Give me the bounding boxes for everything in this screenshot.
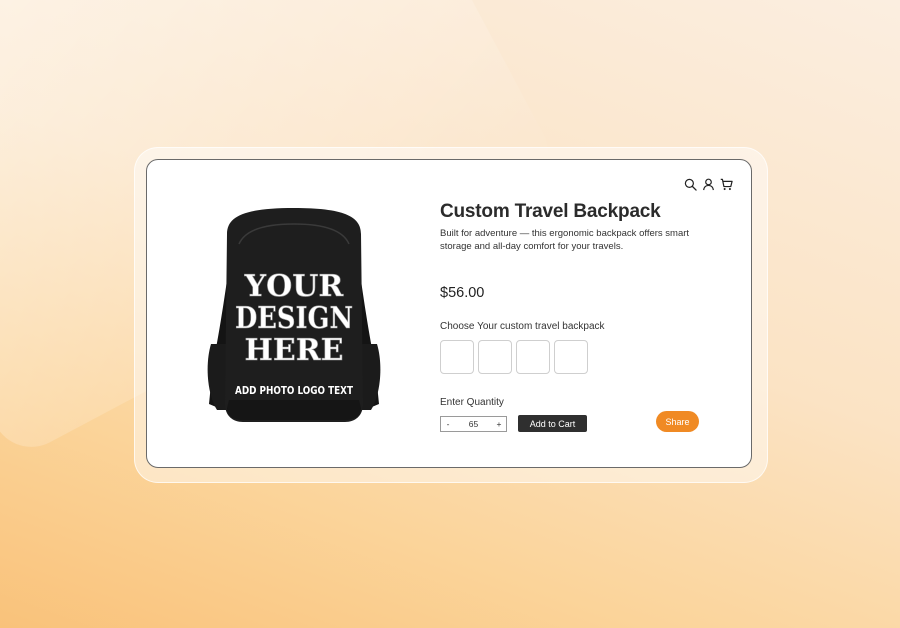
image-text-line2: DESIGN xyxy=(235,301,353,336)
quantity-label: Enter Quantity xyxy=(440,397,504,408)
option-swatch-4[interactable] xyxy=(554,340,588,374)
option-swatches xyxy=(440,340,588,374)
quantity-increment-button[interactable]: + xyxy=(492,417,506,431)
backpack-product-image: YOUR DESIGN HERE ADD PHOTO LOGO TEXT xyxy=(207,208,381,422)
image-text-line4: ADD PHOTO LOGO TEXT xyxy=(235,384,353,397)
image-text-line3: HERE xyxy=(244,333,343,368)
option-swatch-3[interactable] xyxy=(516,340,550,374)
product-title: Custom Travel Backpack xyxy=(440,201,661,222)
search-icon[interactable] xyxy=(684,178,697,191)
image-text-line1: YOUR xyxy=(244,269,345,304)
add-to-cart-button[interactable]: Add to Cart xyxy=(518,415,587,432)
option-swatch-1[interactable] xyxy=(440,340,474,374)
product-description: Built for adventure — this ergonomic bac… xyxy=(440,228,690,252)
share-button[interactable]: Share xyxy=(656,411,699,432)
user-icon[interactable] xyxy=(702,178,715,191)
header-icons xyxy=(684,178,733,191)
quantity-stepper: - 65 + xyxy=(440,416,507,432)
cart-icon[interactable] xyxy=(720,178,733,191)
product-card: YOUR DESIGN HERE ADD PHOTO LOGO TEXT Cus… xyxy=(146,159,752,468)
quantity-value[interactable]: 65 xyxy=(455,419,492,429)
quantity-decrement-button[interactable]: - xyxy=(441,417,455,431)
option-swatch-2[interactable] xyxy=(478,340,512,374)
option-label: Choose Your custom travel backpack xyxy=(440,321,605,332)
product-price: $56.00 xyxy=(440,285,485,301)
